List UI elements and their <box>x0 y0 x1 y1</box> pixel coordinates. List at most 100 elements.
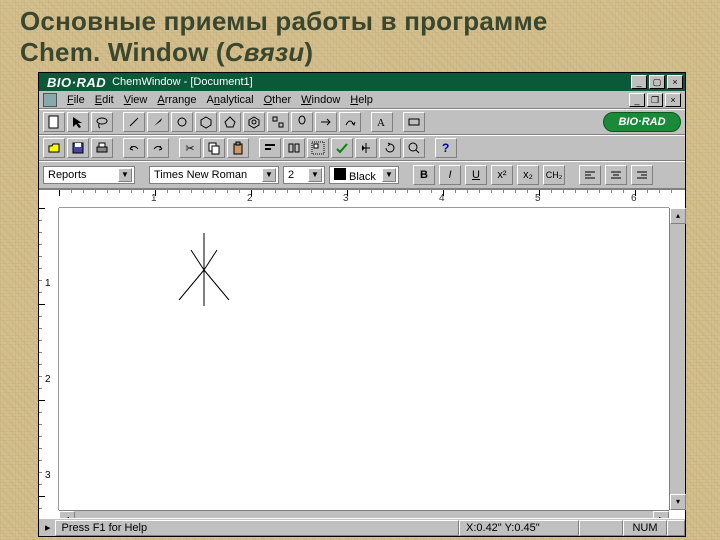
menu-arrange[interactable]: Arrange <box>157 94 196 106</box>
curve-arrow-tool[interactable] <box>339 112 361 132</box>
align-tool-2[interactable] <box>283 138 305 158</box>
status-blank <box>579 520 623 536</box>
svg-text:A: A <box>377 117 385 129</box>
single-bond-tool[interactable] <box>123 112 145 132</box>
ruler-num: 1 <box>45 278 51 289</box>
style-combo[interactable]: Reports ▼ <box>43 166 135 184</box>
window-buttons: _ ▢ × <box>631 75 683 89</box>
help-button[interactable]: ? <box>435 138 457 158</box>
menu-help[interactable]: Help <box>350 94 373 106</box>
titlebar-title: ChemWindow - [Document1] <box>112 76 631 88</box>
vertical-scrollbar[interactable]: ▴ ▾ <box>669 208 685 510</box>
bold-button[interactable]: B <box>413 165 435 185</box>
status-coords: X:0.42" Y:0.45" <box>459 520 579 536</box>
paren-close: ) <box>304 37 313 67</box>
menu-other[interactable]: Other <box>264 94 292 106</box>
arrow-tool[interactable] <box>315 112 337 132</box>
menu-view[interactable]: View <box>124 94 148 106</box>
chevron-down-icon: ▼ <box>382 168 396 182</box>
ruler-num: 3 <box>45 470 51 481</box>
cyclopentane-tool[interactable] <box>219 112 241 132</box>
cyclohexane-tool[interactable] <box>243 112 265 132</box>
brand-badge: BIO·RAD <box>603 112 681 132</box>
document-buttons: _ ❐ × <box>629 93 681 107</box>
rotate-button[interactable] <box>379 138 401 158</box>
client-area: 1 2 3 4 5 6 1 2 3 <box>39 189 685 526</box>
chevron-down-icon: ▼ <box>118 168 132 182</box>
doc-close-button[interactable]: × <box>665 93 681 107</box>
doc-minimize-button[interactable]: _ <box>629 93 645 107</box>
ruler-num: 2 <box>45 374 51 385</box>
doc-restore-button[interactable]: ❐ <box>647 93 663 107</box>
font-combo[interactable]: Times New Roman ▼ <box>149 166 279 184</box>
superscript-button[interactable]: x² <box>491 165 513 185</box>
italic-button[interactable]: I <box>439 165 461 185</box>
slide-title-app: Chem. Window <box>20 37 209 67</box>
app-icon[interactable] <box>43 93 57 107</box>
align-left-button[interactable] <box>579 165 601 185</box>
slide-title: Основные приемы работы в программе Chem.… <box>0 0 720 70</box>
align-right-button[interactable] <box>631 165 653 185</box>
vertical-ruler[interactable]: 1 2 3 <box>39 208 59 510</box>
font-value: Times New Roman <box>154 169 247 181</box>
save-button[interactable] <box>67 138 89 158</box>
subscript-button[interactable]: x₂ <box>517 165 539 185</box>
menu-analytical[interactable]: Analytical <box>207 94 254 106</box>
menu-file[interactable]: File <box>67 94 85 106</box>
zoom-button[interactable] <box>403 138 425 158</box>
align-tool-1[interactable] <box>259 138 281 158</box>
cut-button[interactable]: ✂ <box>179 138 201 158</box>
text-tool[interactable]: A <box>371 112 393 132</box>
minimize-button[interactable]: _ <box>631 75 647 89</box>
statusbar: ▸ Press F1 for Help X:0.42" Y:0.45" NUM <box>39 518 685 536</box>
undo-button[interactable] <box>123 138 145 158</box>
menubar: File Edit View Arrange Analytical Other … <box>39 91 685 109</box>
color-value: Black <box>334 168 376 183</box>
lasso-tool[interactable] <box>91 112 113 132</box>
paste-button[interactable] <box>227 138 249 158</box>
underline-button[interactable]: U <box>465 165 487 185</box>
template-tool[interactable] <box>267 112 289 132</box>
resize-grip[interactable] <box>667 520 685 536</box>
style-value: Reports <box>48 169 87 181</box>
standard-toolbar: ✂ ? <box>39 135 685 161</box>
wedge-bond-tool[interactable] <box>147 112 169 132</box>
print-button[interactable] <box>91 138 113 158</box>
app-window: BIO·RAD ChemWindow - [Document1] _ ▢ × F… <box>38 72 686 537</box>
menu-edit[interactable]: Edit <box>95 94 114 106</box>
separator <box>569 165 575 185</box>
color-swatch <box>334 168 346 180</box>
flip-h-button[interactable] <box>355 138 377 158</box>
redo-button[interactable] <box>147 138 169 158</box>
format-toolbar: Reports ▼ Times New Roman ▼ 2 ▼ Black ▼ … <box>39 161 685 189</box>
scroll-down-button[interactable]: ▾ <box>670 494 686 510</box>
tool-toolbar: A BIO·RAD <box>39 109 685 135</box>
status-help: Press F1 for Help <box>55 520 459 536</box>
color-combo[interactable]: Black ▼ <box>329 166 399 184</box>
copy-button[interactable] <box>203 138 225 158</box>
close-button[interactable]: × <box>667 75 683 89</box>
menu-window[interactable]: Window <box>301 94 340 106</box>
benzene-tool[interactable] <box>195 112 217 132</box>
open-button[interactable] <box>43 138 65 158</box>
check-structure-button[interactable] <box>331 138 353 158</box>
titlebar-logo: BIO·RAD <box>41 75 112 90</box>
size-combo[interactable]: 2 ▼ <box>283 166 325 184</box>
new-doc-button[interactable] <box>43 112 65 132</box>
select-tool[interactable] <box>67 112 89 132</box>
separator <box>363 112 369 132</box>
ring-tool[interactable] <box>171 112 193 132</box>
caption-tool[interactable] <box>403 112 425 132</box>
align-center-button[interactable] <box>605 165 627 185</box>
orbital-tool[interactable] <box>291 112 313 132</box>
chemical-structure[interactable] <box>159 228 249 318</box>
horizontal-ruler[interactable]: 1 2 3 4 5 6 <box>59 190 669 208</box>
formula-button[interactable]: CH₂ <box>543 165 565 185</box>
separator <box>427 138 433 158</box>
group-tool[interactable] <box>307 138 329 158</box>
drawing-canvas[interactable] <box>59 208 669 510</box>
titlebar[interactable]: BIO·RAD ChemWindow - [Document1] _ ▢ × <box>39 73 685 91</box>
separator <box>171 138 177 158</box>
scroll-up-button[interactable]: ▴ <box>670 208 686 224</box>
maximize-button[interactable]: ▢ <box>649 75 665 89</box>
